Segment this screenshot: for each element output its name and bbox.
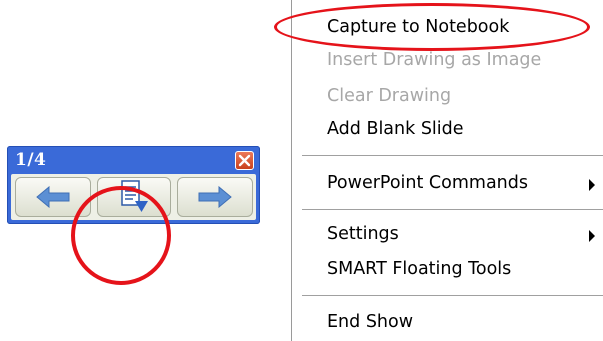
menu-item-powerpoint-commands[interactable]: PowerPoint Commands bbox=[292, 169, 603, 199]
menu-item-label: Clear Drawing bbox=[327, 86, 452, 106]
capture-to-notebook-button[interactable] bbox=[97, 177, 171, 217]
arrow-left-icon bbox=[36, 186, 70, 208]
capture-to-notebook-icon bbox=[121, 180, 148, 212]
menu-item-insert-drawing-as-image: Insert Drawing as Image bbox=[292, 46, 603, 76]
menu-item-capture-to-notebook[interactable]: Capture to Notebook bbox=[292, 13, 603, 43]
toolbar-body bbox=[11, 174, 256, 220]
submenu-arrow-icon bbox=[589, 179, 595, 191]
menu-item-end-show[interactable]: End Show bbox=[292, 308, 603, 338]
menu-item-label: SMART Floating Tools bbox=[327, 259, 512, 279]
menu-item-label: Add Blank Slide bbox=[327, 119, 464, 139]
context-menu: Capture to Notebook Insert Drawing as Im… bbox=[291, 0, 603, 341]
page-indicator: 1/4 bbox=[15, 150, 47, 170]
next-page-button[interactable] bbox=[177, 177, 253, 217]
menu-item-label: Capture to Notebook bbox=[327, 17, 510, 37]
close-icon[interactable] bbox=[235, 151, 254, 170]
menu-item-label: Settings bbox=[327, 224, 399, 244]
previous-page-button[interactable] bbox=[15, 177, 91, 217]
menu-item-add-blank-slide[interactable]: Add Blank Slide bbox=[292, 115, 603, 145]
floating-toolbar: 1/4 bbox=[7, 146, 260, 224]
menu-item-label: End Show bbox=[327, 312, 414, 332]
menu-separator bbox=[302, 155, 603, 156]
menu-item-settings[interactable]: Settings bbox=[292, 220, 603, 250]
arrow-right-icon bbox=[198, 186, 232, 208]
menu-item-label: PowerPoint Commands bbox=[327, 173, 528, 193]
menu-separator bbox=[302, 209, 603, 210]
menu-separator bbox=[302, 295, 603, 296]
menu-item-label: Insert Drawing as Image bbox=[327, 50, 542, 70]
menu-item-clear-drawing: Clear Drawing bbox=[292, 82, 603, 112]
submenu-arrow-icon bbox=[589, 230, 595, 242]
menu-item-smart-floating-tools[interactable]: SMART Floating Tools bbox=[292, 255, 603, 285]
